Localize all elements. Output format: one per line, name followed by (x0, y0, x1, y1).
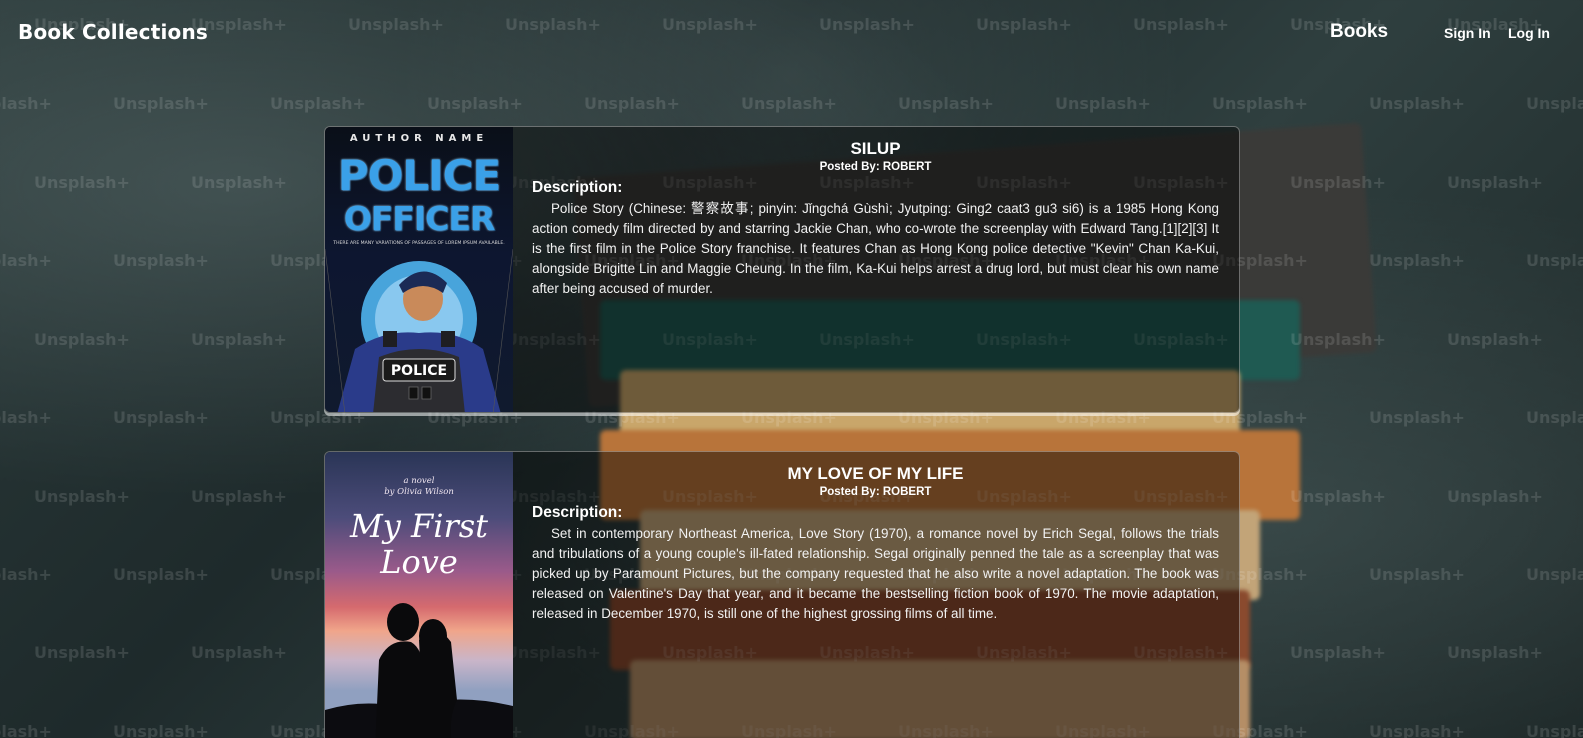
watermark-text: Unsplash+ (898, 94, 994, 113)
watermark-text: Unsplash+ (113, 94, 209, 113)
sign-in-link[interactable]: Sign In (1444, 25, 1491, 41)
watermark-text: Unsplash+ (1290, 487, 1386, 506)
book-card-body: MY LOVE OF MY LIFE Posted By: ROBERT Des… (513, 452, 1239, 738)
description-label: Description: (532, 179, 623, 196)
book-card: AUTHOR NAME POLICE OFFICER THERE ARE MAN… (324, 126, 1240, 413)
watermark-text: Unsplash+ (1369, 565, 1465, 584)
watermark-text: Unsplash+ (1526, 722, 1583, 738)
watermark-text: Unsplash+ (1212, 94, 1308, 113)
watermark-text: Unsplash+ (427, 94, 523, 113)
watermark-text: Unsplash+ (191, 643, 287, 662)
watermark-text: Unsplash+ (0, 722, 52, 738)
cover-tagline: THERE ARE MANY VARIATIONS OF PASSAGES OF… (333, 241, 505, 246)
watermark-text: Unsplash+ (113, 251, 209, 270)
watermark-text: Unsplash+ (1369, 251, 1465, 270)
watermark-text: Unsplash+ (1447, 487, 1543, 506)
watermark-text: Unsplash+ (270, 94, 366, 113)
cover-author: AUTHOR NAME (349, 133, 489, 144)
watermark-text: Unsplash+ (113, 722, 209, 738)
watermark-text: Unsplash+ (0, 94, 52, 113)
cover-title-line2: OFFICER (343, 199, 496, 238)
watermark-text: Unsplash+ (113, 408, 209, 427)
watermark-text: Unsplash+ (1369, 722, 1465, 738)
watermark-text: Unsplash+ (1526, 565, 1583, 584)
book-posted-by: Posted By: ROBERT (819, 161, 932, 173)
book-description: Police Story (Chinese: 警察故事; pinyin: Jǐn… (532, 201, 1219, 296)
watermark-text: Unsplash+ (113, 565, 209, 584)
watermark-text: Unsplash+ (1290, 643, 1386, 662)
book-cover-image: AUTHOR NAME POLICE OFFICER THERE ARE MAN… (325, 127, 513, 412)
description-label: Description: (532, 504, 623, 521)
watermark-text: Unsplash+ (1369, 94, 1465, 113)
police-badge-text: POLICE (391, 363, 447, 379)
watermark-text: Unsplash+ (0, 565, 52, 584)
watermark-text: Unsplash+ (1447, 643, 1543, 662)
book-card: a novel by Olivia Wilson My First Love M… (324, 451, 1240, 738)
navbar: Book Collections Books Sign In Log In (0, 0, 1583, 66)
watermark-text: Unsplash+ (1526, 408, 1583, 427)
watermark-text: Unsplash+ (1526, 251, 1583, 270)
police-officer-illustration: POLICE (325, 249, 513, 412)
book-title: SILUP (850, 139, 901, 158)
cover-title-line1: My First (349, 507, 489, 545)
couple-silhouette-illustration (325, 603, 513, 738)
cover-title-line1: POLICE (337, 151, 501, 200)
watermark-text: Unsplash+ (34, 330, 130, 349)
watermark-text: Unsplash+ (1447, 330, 1543, 349)
watermark-text: Unsplash+ (1290, 330, 1386, 349)
watermark-text: Unsplash+ (34, 487, 130, 506)
watermark-text: Unsplash+ (1055, 94, 1151, 113)
watermark-text: Unsplash+ (191, 330, 287, 349)
watermark-text: Unsplash+ (741, 94, 837, 113)
log-in-link[interactable]: Log In (1508, 25, 1550, 41)
book-card-body: SILUP Posted By: ROBERT Description: Pol… (513, 127, 1239, 412)
cover-title-line2: Love (380, 543, 458, 581)
cover-novel-byline: a novel by Olivia Wilson (325, 476, 513, 498)
watermark-text: Unsplash+ (1447, 173, 1543, 192)
book-posted-by: Posted By: ROBERT (819, 486, 932, 498)
book-description: Set in contemporary Northeast America, L… (532, 526, 1219, 621)
watermark-text: Unsplash+ (1369, 408, 1465, 427)
watermark-text: Unsplash+ (191, 487, 287, 506)
watermark-text: Unsplash+ (0, 251, 52, 270)
cover-novel-line1: a novel (403, 476, 435, 486)
brand-link[interactable]: Book Collections (18, 20, 208, 44)
cover-title: My First Love (325, 508, 513, 580)
watermark-text: Unsplash+ (1290, 173, 1386, 192)
watermark-text: Unsplash+ (584, 94, 680, 113)
cover-novel-line2: by Olivia Wilson (384, 487, 454, 497)
watermark-text: Unsplash+ (34, 643, 130, 662)
watermark-text: Unsplash+ (34, 173, 130, 192)
watermark-text: Unsplash+ (0, 408, 52, 427)
watermark-text: Unsplash+ (191, 173, 287, 192)
watermark-text: Unsplash+ (1526, 94, 1583, 113)
book-cover-image: a novel by Olivia Wilson My First Love (325, 452, 513, 738)
book-title: MY LOVE OF MY LIFE (787, 464, 964, 483)
nav-books-link[interactable]: Books (1330, 21, 1388, 43)
